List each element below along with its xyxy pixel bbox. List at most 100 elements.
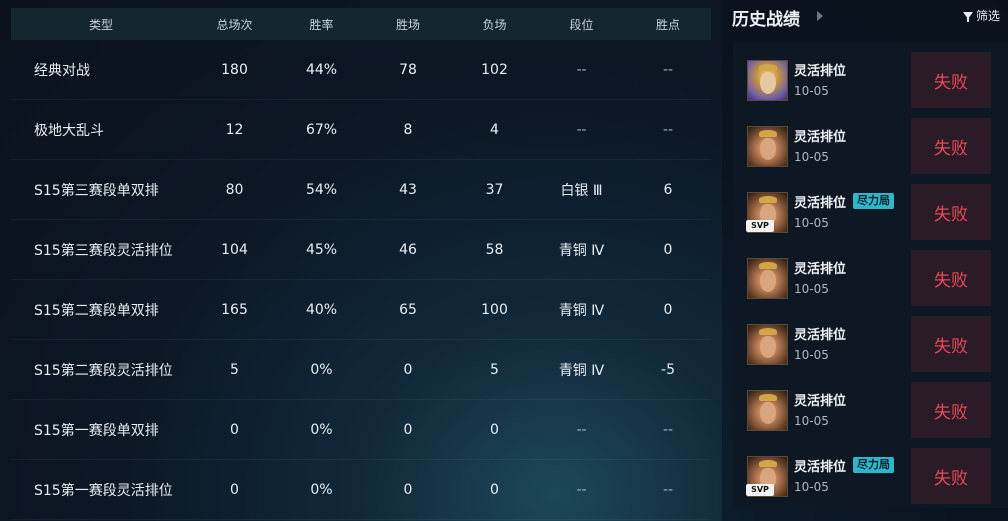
match-date: 10-05: [794, 84, 829, 98]
match-result: 失败: [911, 184, 991, 240]
cell-win-rate: 45%: [305, 241, 338, 258]
header-win-rate[interactable]: 胜率: [278, 16, 365, 33]
cell-losses: 0: [490, 481, 499, 498]
table-row[interactable]: S15第一赛段灵活排位 0 0% 0 0 -- --: [11, 460, 711, 520]
table-row[interactable]: S15第一赛段单双排 0 0% 0 0 -- --: [11, 400, 711, 460]
face-shape: [760, 72, 776, 94]
cell-lp: 0: [663, 301, 673, 318]
match-list: 灵活排位 10-05 失败 灵活排位 10-05 失败 SVP 灵活排位 尽力局 10-05 失败灵…: [733, 42, 1008, 508]
cell-losses: 100: [481, 301, 508, 318]
table-row[interactable]: S15第三赛段灵活排位 104 45% 46 58 青铜 Ⅳ 0: [11, 220, 711, 280]
cell-lp: -5: [661, 361, 675, 378]
face-shape: [760, 402, 776, 424]
champion-avatar: [747, 126, 788, 167]
match-result: 失败: [911, 250, 991, 306]
cell-total-games: 80: [225, 181, 244, 198]
filter-button[interactable]: 筛选: [962, 7, 1000, 24]
history-header: 历史战绩 筛选: [722, 0, 1008, 34]
match-item[interactable]: 灵活排位 10-05 失败: [733, 52, 1008, 110]
cell-wins: 65: [399, 301, 417, 318]
table-row[interactable]: S15第二赛段灵活排位 5 0% 0 5 青铜 Ⅳ -5: [11, 340, 711, 400]
match-mode: 灵活排位: [794, 394, 847, 409]
cell-rank: 青铜 Ⅳ: [558, 242, 605, 259]
header-losses[interactable]: 负场: [451, 16, 538, 33]
cell-rank: --: [576, 481, 587, 498]
cell-wins: 8: [403, 121, 413, 138]
crown-shape: [759, 328, 777, 335]
cell-win-rate: 40%: [305, 301, 338, 318]
match-date: 10-05: [794, 348, 829, 362]
cell-win-rate: 44%: [305, 61, 338, 78]
match-mode: 灵活排位: [794, 196, 847, 211]
cell-lp: --: [662, 481, 674, 498]
match-date: 10-05: [794, 480, 829, 494]
cell-rank: 白银 Ⅲ: [560, 182, 603, 199]
match-item[interactable]: 灵活排位 10-05 失败: [733, 250, 1008, 308]
crown-shape: [759, 196, 777, 203]
match-item[interactable]: 灵活排位 10-05 失败: [733, 316, 1008, 374]
cell-type: S15第三赛段单双排: [34, 182, 159, 199]
crown-shape: [759, 64, 777, 71]
match-date: 10-05: [794, 216, 829, 230]
crown-shape: [759, 460, 777, 467]
table-row[interactable]: 极地大乱斗 12 67% 8 4 -- --: [11, 100, 711, 160]
svp-badge: SVP: [746, 220, 774, 232]
cell-total-games: 180: [221, 61, 248, 78]
cell-wins: 46: [399, 241, 417, 258]
crown-shape: [759, 130, 777, 137]
cell-wins: 0: [403, 361, 413, 378]
match-mode: 灵活排位: [794, 64, 847, 79]
crown-shape: [759, 262, 777, 269]
cell-total-games: 0: [230, 421, 239, 438]
cell-type: S15第三赛段灵活排位: [34, 242, 173, 259]
champion-avatar: [747, 258, 788, 299]
cell-type: S15第一赛段单双排: [34, 422, 159, 439]
cell-rank: 青铜 Ⅳ: [558, 362, 605, 379]
cell-rank: --: [576, 61, 587, 78]
match-history-panel: 历史战绩 筛选 灵活排位 10-05 失败 灵活排位 10-05 失败 SVP 灵活排位 尽力局…: [722, 0, 1008, 521]
cell-type: S15第一赛段灵活排位: [34, 482, 173, 499]
cell-wins: 78: [399, 61, 417, 78]
table-header: 类型 总场次 胜率 胜场 负场 段位 胜点: [11, 8, 711, 40]
cell-losses: 0: [490, 421, 499, 438]
cell-losses: 5: [490, 361, 499, 378]
header-total-games[interactable]: 总场次: [191, 16, 278, 33]
header-type[interactable]: 类型: [11, 16, 191, 33]
match-result: 失败: [911, 118, 991, 174]
cell-total-games: 0: [230, 481, 239, 498]
cell-win-rate: 0%: [310, 361, 333, 378]
match-item[interactable]: 灵活排位 10-05 失败: [733, 382, 1008, 440]
history-title[interactable]: 历史战绩: [732, 5, 800, 30]
header-rank[interactable]: 段位: [538, 16, 625, 33]
cell-losses: 58: [485, 241, 504, 258]
cell-type: 极地大乱斗: [34, 122, 104, 139]
cell-type: S15第二赛段单双排: [34, 302, 159, 319]
cell-wins: 43: [399, 181, 417, 198]
table-row[interactable]: S15第二赛段单双排 165 40% 65 100 青铜 Ⅳ 0: [11, 280, 711, 340]
table-row[interactable]: 经典对战 180 44% 78 102 -- --: [11, 40, 711, 100]
app-root: 类型 总场次 胜率 胜场 负场 段位 胜点 经典对战 180 44% 78 102 -- -…: [0, 0, 1008, 521]
cell-wins: 0: [403, 421, 413, 438]
match-item[interactable]: SVP 灵活排位 尽力局 10-05 失败: [733, 184, 1008, 242]
champion-avatar: [747, 60, 788, 101]
cell-total-games: 165: [221, 301, 248, 318]
match-item[interactable]: SVP 灵活排位 尽力局 10-05 失败: [733, 448, 1008, 506]
champion-avatar: [747, 390, 788, 431]
match-mode: 灵活排位: [794, 130, 847, 145]
cell-wins: 0: [403, 481, 413, 498]
cell-type: S15第二赛段灵活排位: [34, 362, 173, 379]
header-wins[interactable]: 胜场: [365, 16, 451, 33]
match-date: 10-05: [794, 150, 829, 164]
cell-lp: 6: [663, 181, 673, 198]
cell-win-rate: 0%: [310, 481, 333, 498]
filter-label: 筛选: [975, 9, 1000, 23]
match-result: 失败: [911, 382, 991, 438]
table-row[interactable]: S15第三赛段单双排 80 54% 43 37 白银 Ⅲ 6: [11, 160, 711, 220]
svp-badge: SVP: [746, 484, 774, 496]
header-lp[interactable]: 胜点: [625, 16, 711, 33]
cell-total-games: 5: [230, 361, 239, 378]
face-shape: [760, 138, 776, 160]
cell-lp: --: [662, 121, 674, 138]
match-item[interactable]: 灵活排位 10-05 失败: [733, 118, 1008, 176]
chevron-right-icon[interactable]: [817, 11, 823, 21]
